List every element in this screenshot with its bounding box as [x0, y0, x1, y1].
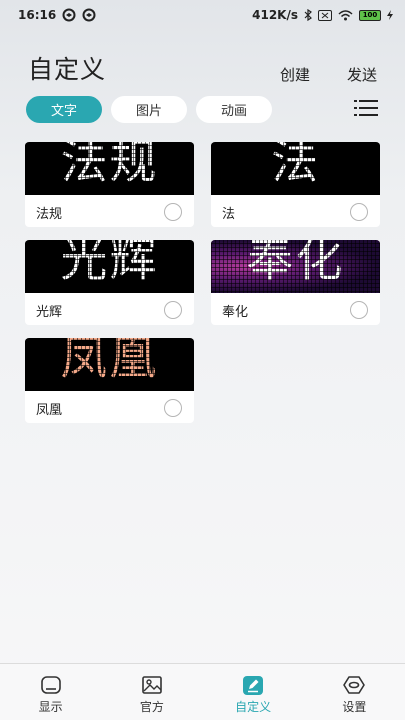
header: 自定义 创建 发送 [0, 40, 405, 90]
display-icon [40, 676, 61, 694]
status-time: 16:16 [18, 8, 57, 22]
nav-label: 显示 [38, 700, 63, 714]
settings-icon [343, 676, 366, 694]
status-bar: 16:16 412K/s 100 [0, 0, 405, 30]
bluetooth-icon [304, 9, 312, 21]
charging-icon [387, 10, 393, 20]
sim-icon [318, 9, 332, 21]
text-card[interactable]: 奉化 奉化 [211, 240, 380, 325]
card-label: 光辉 [36, 305, 63, 320]
tab-text[interactable]: 文字 [26, 96, 102, 123]
wifi-icon [338, 9, 353, 21]
select-radio[interactable] [350, 301, 368, 319]
nav-label: 官方 [139, 700, 164, 714]
network-speed: 412K/s [252, 8, 298, 22]
card-label: 奉化 [222, 305, 249, 320]
category-tabs: 文字 图片 动画 [26, 96, 272, 123]
card-label: 凤凰 [36, 403, 63, 418]
nav-custom[interactable]: 自定义 [203, 664, 304, 720]
page-title: 自定义 [28, 55, 107, 84]
preview-text: 法规 [60, 142, 159, 190]
text-card[interactable]: 法规 法规 [25, 142, 194, 227]
list-view-icon[interactable] [354, 99, 378, 117]
select-radio[interactable] [350, 203, 368, 221]
tab-animation[interactable]: 动画 [196, 96, 272, 123]
send-button[interactable]: 发送 [347, 64, 377, 85]
tab-image[interactable]: 图片 [111, 96, 187, 123]
preview-text: 奉化 [246, 240, 345, 288]
text-preview: 凤凰 [25, 338, 194, 391]
app-notification-icon [62, 8, 76, 22]
text-preview: 奉化 [211, 240, 380, 293]
card-label: 法规 [36, 207, 63, 222]
nav-official[interactable]: 官方 [101, 664, 202, 720]
edit-icon [243, 676, 264, 695]
nav-label: 设置 [342, 700, 367, 714]
select-radio[interactable] [164, 301, 182, 319]
card-label: 法 [222, 207, 236, 222]
text-preview: 法规 [25, 142, 194, 195]
text-card[interactable]: 凤凰 凤凰 [25, 338, 194, 423]
battery-icon: 100 [359, 9, 381, 21]
preview-text: 法 [271, 142, 320, 190]
preview-text: 凤凰 [60, 338, 159, 386]
create-button[interactable]: 创建 [280, 64, 310, 85]
text-preview: 法 [211, 142, 380, 195]
image-icon [142, 676, 162, 694]
bottom-nav: 显示 官方 自定义 设置 [0, 663, 405, 720]
preview-text: 光辉 [60, 240, 159, 288]
nav-label: 自定义 [235, 700, 272, 714]
text-preview: 光辉 [25, 240, 194, 293]
app-notification-icon-2 [82, 8, 96, 22]
nav-display[interactable]: 显示 [0, 664, 101, 720]
text-card[interactable]: 光辉 光辉 [25, 240, 194, 325]
select-radio[interactable] [164, 399, 182, 417]
text-card[interactable]: 法 法 [211, 142, 380, 227]
select-radio[interactable] [164, 203, 182, 221]
nav-settings[interactable]: 设置 [304, 664, 405, 720]
